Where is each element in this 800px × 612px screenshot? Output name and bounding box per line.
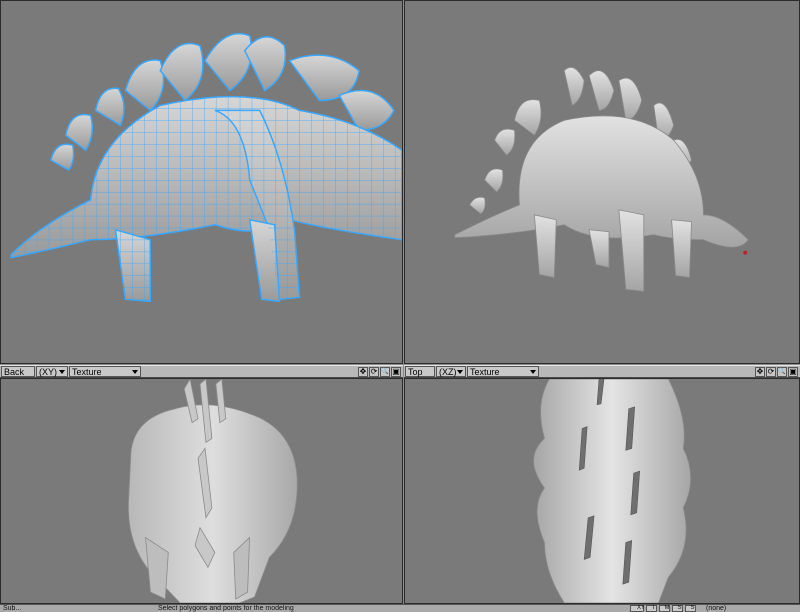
status-message: Select polygons and points for the model… [158,605,294,612]
status-button-m[interactable]: M [659,605,670,612]
viewport-top[interactable] [404,378,800,604]
zoom-icon: 🔍 [381,368,389,375]
axis-dropdown[interactable]: (XY) [36,366,68,377]
status-bar: Sub... Select polygons and points for th… [0,604,800,612]
view-type-label: Top [408,366,423,377]
axis-dropdown[interactable]: (XZ) [436,366,466,377]
status-button-s2[interactable]: S [685,605,696,612]
move-icon: ✥ [756,366,764,376]
move-icon: ✥ [359,366,367,376]
rotate-icon: ⟳ [767,366,775,376]
status-button-t[interactable]: T [646,605,657,612]
status-button-xy[interactable]: XY [630,605,645,612]
chevron-down-icon [59,370,65,374]
viewport-back[interactable] [0,378,403,604]
viewport-top-header: Top (XZ) Texture ✥ ⟳ 🔍 ▣ [404,365,800,378]
zoom-view-button[interactable]: 🔍 [777,366,787,377]
rotate-view-button[interactable]: ⟳ [766,366,776,377]
move-view-button[interactable]: ✥ [755,366,765,377]
axis-label: (XY) [39,366,57,377]
status-right-text: (none) [706,605,727,612]
status-left-text: Sub... [3,605,22,612]
status-button-s1[interactable]: S [672,605,683,612]
rotate-icon: ⟳ [370,366,378,376]
axis-label: (XZ) [439,366,457,377]
view-type-label: Back [4,366,25,377]
chevron-down-icon [530,370,536,374]
maximize-view-button[interactable]: ▣ [391,366,401,377]
top-view-model [533,379,692,603]
chevron-down-icon [132,370,138,374]
viewport-top-left[interactable] [0,0,403,364]
back-view-model [127,379,298,603]
maximize-icon: ▣ [789,366,797,376]
shading-dropdown[interactable]: Texture [69,366,141,377]
rotate-view-button[interactable]: ⟳ [369,366,379,377]
viewport-back-header: Back (XY) Texture ✥ ⟳ 🔍 ▣ [0,365,403,378]
viewport-top-right[interactable] [404,0,800,364]
shading-dropdown[interactable]: Texture [467,366,539,377]
view-type-dropdown[interactable]: Back [1,366,35,377]
zoom-view-button[interactable]: 🔍 [380,366,390,377]
maximize-icon: ▣ [392,366,400,376]
shaded-stegosaurus-model [454,66,749,292]
shading-label: Texture [72,366,102,377]
maximize-view-button[interactable]: ▣ [788,366,798,377]
move-view-button[interactable]: ✥ [358,366,368,377]
chevron-down-icon [457,370,463,374]
zoom-icon: 🔍 [778,368,786,375]
head-marker [743,250,748,255]
view-type-dropdown[interactable]: Top [405,366,435,377]
wireframe-stegosaurus-model [10,32,402,303]
shading-label: Texture [470,366,500,377]
